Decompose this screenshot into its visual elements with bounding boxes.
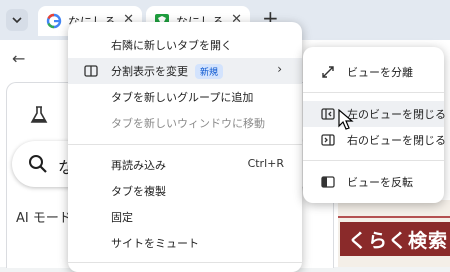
search-icon: [29, 155, 47, 173]
shortcut-label: Ctrl+R: [247, 157, 284, 170]
chevron-down-icon: [12, 17, 22, 24]
right-split-pane: くらく検索: [338, 200, 450, 267]
menu-item-duplicate[interactable]: タブを複製: [68, 178, 302, 204]
menu-separator: [68, 144, 302, 145]
submenu-item-separate-views[interactable]: ビューを分離: [303, 59, 444, 85]
close-left-view-icon: [321, 108, 335, 120]
menu-item-label: 再読み込み: [111, 159, 166, 172]
divider: [338, 216, 450, 218]
submenu-item-label: ビューを反転: [347, 176, 413, 189]
tab-context-menu: 右隣に新しいタブを開く 分割表示を変更 新規 › タブを新しいグループに追加 タ…: [68, 22, 302, 272]
menu-item-label: 分割表示を変更: [111, 65, 188, 78]
google-g-icon: [46, 13, 62, 29]
split-view-icon: [84, 65, 98, 77]
close-right-view-icon: [321, 134, 335, 146]
menu-item-label: 右隣に新しいタブを開く: [111, 39, 232, 52]
chevron-right-icon: ›: [277, 62, 282, 76]
split-view-submenu: ビューを分離 左のビューを閉じる 右のビューを閉じる ビューを反転: [303, 47, 446, 203]
labs-flask-icon[interactable]: [28, 104, 50, 126]
menu-item-mute-site[interactable]: サイトをミュート: [68, 230, 302, 256]
menu-item-label: タブを新しいウィンドウに移動: [111, 117, 265, 130]
reverse-view-icon: [321, 176, 335, 188]
menu-item-add-to-group[interactable]: タブを新しいグループに追加: [68, 84, 302, 110]
menu-item-label: タブを新しいグループに追加: [111, 91, 254, 104]
menu-item-move-window: タブを新しいウィンドウに移動: [68, 110, 302, 136]
menu-item-label: 固定: [111, 211, 133, 224]
ai-mode-label[interactable]: AI モード: [16, 207, 72, 226]
back-arrow-icon[interactable]: ←: [12, 49, 25, 68]
menu-item-open-right[interactable]: 右隣に新しいタブを開く: [68, 32, 302, 58]
menu-separator: [68, 262, 302, 263]
new-badge: 新規: [195, 64, 224, 79]
submenu-item-close-right[interactable]: 右のビューを閉じる: [303, 127, 446, 153]
submenu-item-close-left[interactable]: 左のビューを閉じる: [303, 101, 446, 127]
menu-item-label: タブを複製: [111, 185, 166, 198]
detach-view-icon: [322, 66, 334, 78]
submenu-item-reverse[interactable]: ビューを反転: [303, 169, 444, 195]
submenu-item-label: 右のビューを閉じる: [347, 134, 446, 147]
menu-separator: [303, 160, 444, 161]
site-banner[interactable]: くらく検索: [340, 222, 450, 256]
submenu-item-label: ビューを分離: [347, 66, 413, 79]
menu-item-change-split[interactable]: 分割表示を変更 新規 ›: [68, 58, 302, 84]
mouse-cursor-icon: [338, 109, 354, 130]
submenu-item-label: 左のビューを閉じる: [347, 108, 446, 121]
menu-item-pin[interactable]: 固定: [68, 204, 302, 230]
menu-separator: [303, 92, 444, 93]
menu-item-label: サイトをミュート: [111, 237, 199, 250]
tab-search-button[interactable]: [6, 9, 28, 31]
menu-item-reload[interactable]: 再読み込み Ctrl+R: [68, 152, 302, 178]
